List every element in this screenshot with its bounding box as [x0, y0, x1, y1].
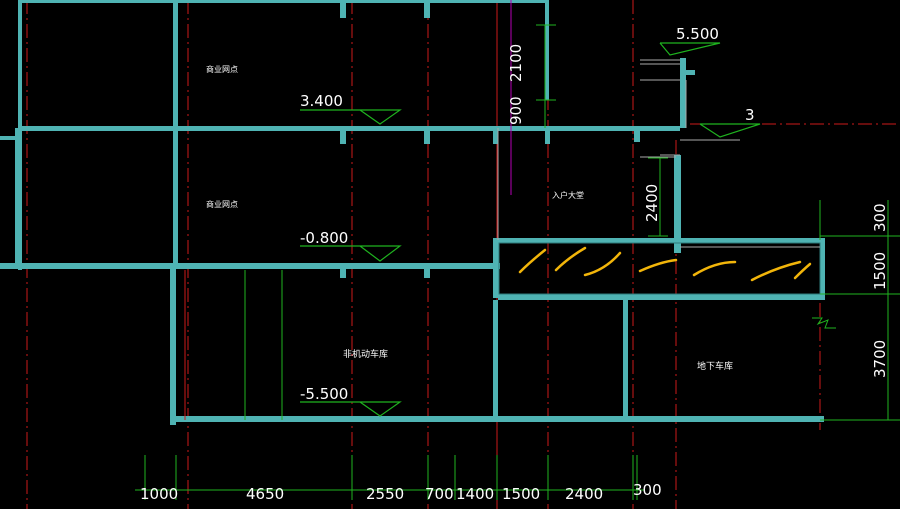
- bottom-dim-1500: 1500: [502, 485, 540, 503]
- level-3400: 3.400: [300, 92, 343, 110]
- level-symbols: [300, 42, 761, 417]
- right-dim-3700: 3700: [871, 340, 889, 378]
- right-dim-1500: 1500: [871, 252, 889, 290]
- slab-hatch: [498, 242, 821, 295]
- break-mark: [812, 317, 836, 329]
- level-5500: 5.500: [676, 25, 719, 43]
- right-dim-300: 300: [871, 203, 889, 232]
- dimension-lines: [135, 24, 900, 500]
- bottom-dim-300: 300: [633, 481, 662, 499]
- level-minus0800: -0.800: [300, 229, 348, 247]
- bottom-dim-2400: 2400: [565, 485, 603, 503]
- bottom-dim-1400: 1400: [456, 485, 494, 503]
- level-marker-3: 3: [745, 106, 755, 124]
- room-label-bike-garage: 非机动车库: [343, 348, 388, 360]
- bottom-dim-700: 700: [425, 485, 454, 503]
- bottom-dim-1000: 1000: [140, 485, 178, 503]
- dim-2400: 2400: [643, 184, 661, 222]
- room-label-entrance-hall: 入户大堂: [552, 190, 584, 200]
- highlight-marks: [518, 246, 812, 282]
- level-minus5500: -5.500: [300, 385, 348, 403]
- room-label-middle-left: 商业网点: [206, 199, 238, 209]
- dim-900: 900: [507, 96, 525, 125]
- bottom-dim-4650: 4650: [246, 485, 284, 503]
- dim-2100: 2100: [507, 44, 525, 82]
- room-label-upper-left: 商业网点: [206, 64, 238, 74]
- room-label-underground-garage: 地下车库: [697, 360, 733, 372]
- cad-canvas[interactable]: 3.400 -0.800 -5.500 5.500 3 2100 900 240…: [0, 0, 900, 509]
- axis-lines: [26, 0, 900, 509]
- bottom-dim-2550: 2550: [366, 485, 404, 503]
